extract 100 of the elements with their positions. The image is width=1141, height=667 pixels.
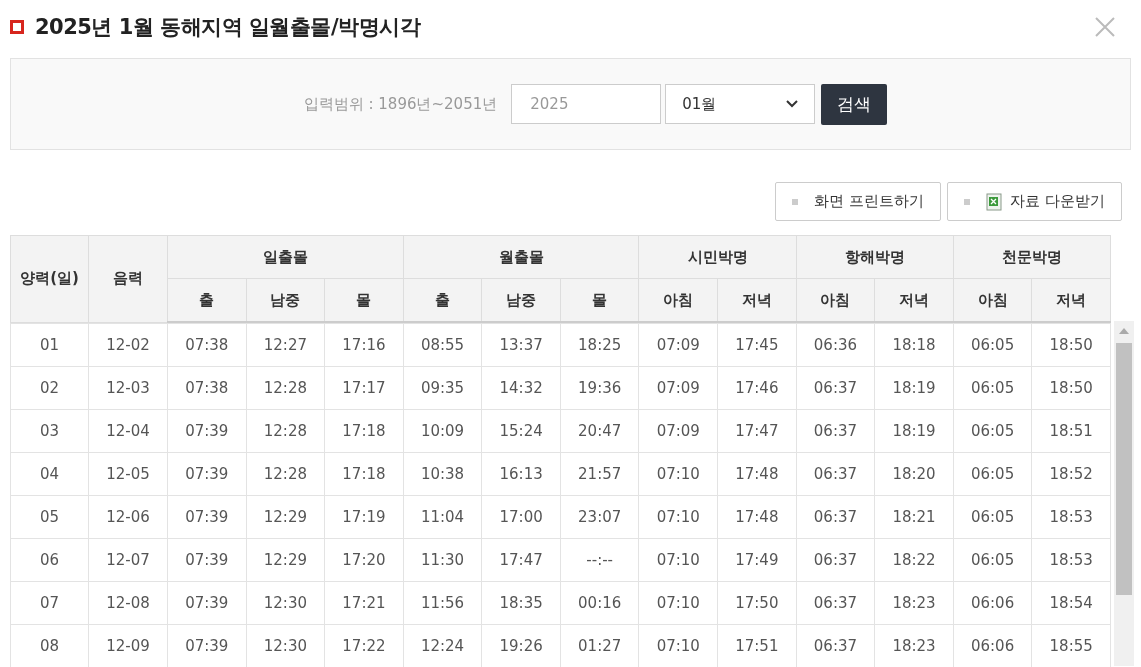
table-cell: 18:20 xyxy=(874,452,954,496)
table-cell: 07:38 xyxy=(167,366,247,410)
table-cell: 18:21 xyxy=(874,495,954,539)
table-cell: 06:05 xyxy=(953,452,1032,496)
table-cell: 13:37 xyxy=(481,323,561,367)
table-cell: 09:35 xyxy=(403,366,482,410)
column-header: 남중 xyxy=(481,278,561,322)
table-cell: 07:10 xyxy=(638,538,718,582)
table-cell: 18:19 xyxy=(874,366,954,410)
column-header: 몰 xyxy=(560,278,639,322)
table-cell: 15:24 xyxy=(481,409,561,453)
table-cell: 17:17 xyxy=(324,366,404,410)
close-icon[interactable] xyxy=(1094,16,1116,38)
table-cell: 12-03 xyxy=(88,366,168,410)
table-cell: --:-- xyxy=(560,538,639,582)
table-cell: 12-02 xyxy=(88,323,168,367)
scroll-up-icon[interactable] xyxy=(1119,328,1129,334)
table-cell: 18:53 xyxy=(1031,495,1111,539)
table-cell: 06:37 xyxy=(796,495,875,539)
table-cell: 11:56 xyxy=(403,581,482,625)
table-cell: 17:50 xyxy=(717,581,797,625)
table-cell: 14:32 xyxy=(481,366,561,410)
column-header: 양력(일) xyxy=(10,235,89,322)
table-cell: 12:28 xyxy=(246,409,325,453)
range-label: 입력범위 : 1896년~2051년 xyxy=(303,94,498,114)
table-cell: 06:36 xyxy=(796,323,875,367)
table-cell: 10:09 xyxy=(403,409,482,453)
column-header: 아침 xyxy=(796,278,875,322)
table-cell: 18:25 xyxy=(560,323,639,367)
table-cell: 05 xyxy=(10,495,89,539)
table-cell: 07:38 xyxy=(167,323,247,367)
table-cell: 17:46 xyxy=(717,366,797,410)
table-cell: 23:07 xyxy=(560,495,639,539)
table-cell: 18:35 xyxy=(481,581,561,625)
table-cell: 17:18 xyxy=(324,409,404,453)
scrollbar[interactable] xyxy=(1114,321,1134,666)
table-cell: 07:39 xyxy=(167,495,247,539)
table-cell: 16:13 xyxy=(481,452,561,496)
column-header: 음력 xyxy=(88,235,168,322)
table-cell: 11:04 xyxy=(403,495,482,539)
table-cell: 17:19 xyxy=(324,495,404,539)
table-cell: 21:57 xyxy=(560,452,639,496)
table-cell: 18:50 xyxy=(1031,366,1111,410)
square-bullet-icon xyxy=(10,20,24,34)
column-header: 저녁 xyxy=(874,278,954,322)
table-cell: 07:09 xyxy=(638,409,718,453)
table-cell: 17:20 xyxy=(324,538,404,582)
table-cell: 18:18 xyxy=(874,323,954,367)
table-cell: 03 xyxy=(10,409,89,453)
download-button[interactable]: 자료 다운받기 xyxy=(947,182,1122,221)
table-cell: 19:36 xyxy=(560,366,639,410)
table-cell: 06:37 xyxy=(796,366,875,410)
table-cell: 18:51 xyxy=(1031,409,1111,453)
table-cell: 07:39 xyxy=(167,452,247,496)
table-cell: 17:49 xyxy=(717,538,797,582)
table-cell: 06:06 xyxy=(953,581,1032,625)
table-cell: 07:10 xyxy=(638,495,718,539)
column-header: 출 xyxy=(403,278,482,322)
month-select[interactable]: 01월 xyxy=(665,84,816,124)
table-cell: 18:54 xyxy=(1031,581,1111,625)
column-group-header: 월출몰 xyxy=(403,235,639,279)
table-cell: 04 xyxy=(10,452,89,496)
column-header: 저녁 xyxy=(717,278,797,322)
column-header: 출 xyxy=(167,278,247,322)
table-cell: 06:05 xyxy=(953,538,1032,582)
page-title: 2025년 1월 동해지역 일월출몰/박명시각 xyxy=(35,14,422,41)
column-header: 저녁 xyxy=(1031,278,1111,322)
table-cell: 07:39 xyxy=(167,409,247,453)
table-cell: 06:37 xyxy=(796,452,875,496)
table-cell: 12:30 xyxy=(246,581,325,625)
table-cell: 12:28 xyxy=(246,452,325,496)
table-cell: 07:09 xyxy=(638,323,718,367)
column-group-header: 천문박명 xyxy=(953,235,1111,279)
table-cell: 12-05 xyxy=(88,452,168,496)
table-cell: 00:16 xyxy=(560,581,639,625)
table-cell: 17:47 xyxy=(717,409,797,453)
table-cell: 06:37 xyxy=(796,409,875,453)
table-cell: 07 xyxy=(10,581,89,625)
table-cell: 10:38 xyxy=(403,452,482,496)
table-cell: 17:18 xyxy=(324,452,404,496)
table-cell: 06:05 xyxy=(953,495,1032,539)
table-cell: 17:47 xyxy=(481,538,561,582)
table-cell: 07:10 xyxy=(638,581,718,625)
table-cell: 06:05 xyxy=(953,323,1032,367)
table-cell: 12-04 xyxy=(88,409,168,453)
table-cell: 12-08 xyxy=(88,581,168,625)
search-button[interactable]: 검색 xyxy=(821,83,888,125)
table-cell: 17:48 xyxy=(717,495,797,539)
table-cell: 17:21 xyxy=(324,581,404,625)
table-cell: 12:28 xyxy=(246,366,325,410)
table-cell: 12:29 xyxy=(246,495,325,539)
table-cell: 06 xyxy=(10,538,89,582)
table-cell: 20:47 xyxy=(560,409,639,453)
table-cell: 02 xyxy=(10,366,89,410)
spreadsheet-file-icon xyxy=(986,192,1003,211)
column-header: 남중 xyxy=(246,278,325,322)
table-cell: 07:39 xyxy=(167,538,247,582)
print-button[interactable]: 화면 프린트하기 xyxy=(775,182,942,221)
table-cell: 18:52 xyxy=(1031,452,1111,496)
table-cell: 07:10 xyxy=(638,452,718,496)
